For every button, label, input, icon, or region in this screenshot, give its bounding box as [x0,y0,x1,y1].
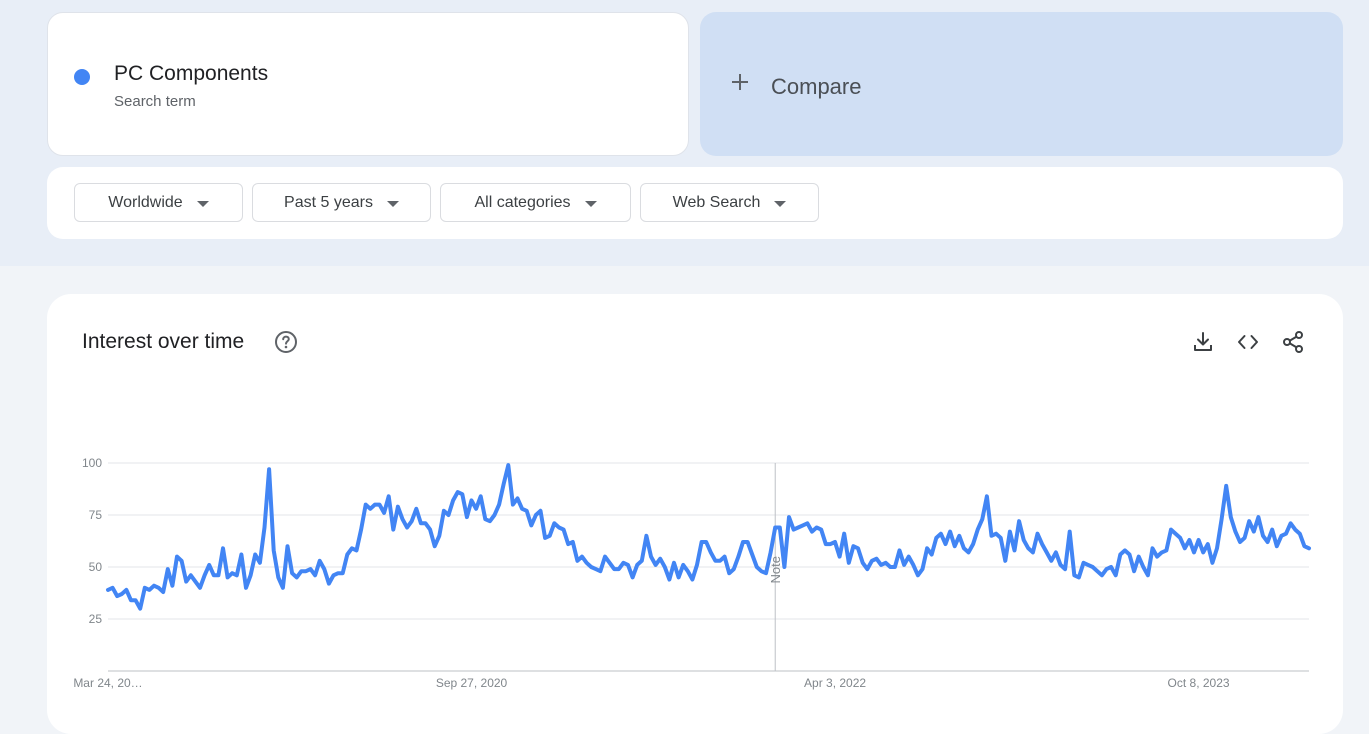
category-filter-dropdown[interactable]: All categories [440,183,631,222]
y-tick-label-25: 25 [89,612,103,626]
search-type-filter-dropdown[interactable]: Web Search [640,183,819,222]
y-tick-label-75: 75 [89,508,103,522]
interest-over-time-panel: Interest over time 25 50 75 100 Note Mar 24, … [47,294,1343,734]
interest-line-chart[interactable]: 255075100NoteMar 24, 20… Sep 27, 2020 Apr … [47,294,1343,717]
search-type-filter-label: Web Search [672,193,761,211]
series-line [106,463,1311,611]
time-range-filter-dropdown[interactable]: Past 5 years [252,183,431,222]
category-filter-label: All categories [474,193,571,211]
y-tick-label-50: 50 [89,560,103,574]
region-filter-label: Worldwide [108,193,183,211]
caret-down-icon [584,200,597,207]
region-filter-dropdown[interactable]: Worldwide [74,183,243,222]
plus-icon [732,74,748,90]
y-tick-label-100: 100 [82,456,102,470]
caret-down-icon [774,200,787,207]
x-tick-label-3: Oct 8, 2023 [1168,676,1230,690]
search-term-card[interactable]: PC Components Search term [47,12,689,156]
compare-label: Compare [771,74,862,99]
x-tick-label-1: Sep 27, 2020 [436,676,508,690]
caret-down-icon [196,200,209,207]
x-tick-label-0: Mar 24, 20… [73,676,142,690]
search-term-name[interactable]: PC Components [114,62,268,86]
caret-down-icon [386,200,399,207]
filter-bar: Worldwide Past 5 years All categories We… [47,167,1343,239]
time-range-filter-label: Past 5 years [284,193,373,211]
series-color-dot [74,69,90,85]
x-tick-label-2: Apr 3, 2022 [804,676,866,690]
search-term-subtitle: Search term [114,93,196,110]
compare-button[interactable]: Compare [700,12,1343,156]
